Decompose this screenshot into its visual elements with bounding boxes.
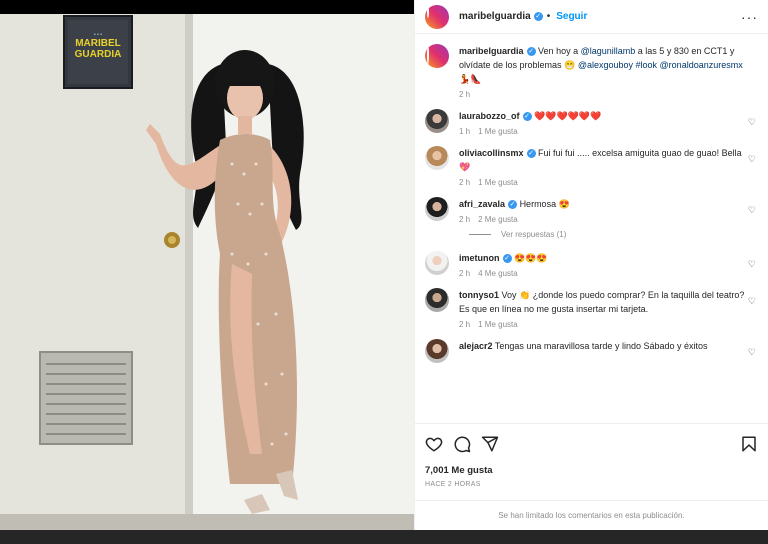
caption-text: maribelguardia ✓ Ven hoy a @lagunillamb a… — [459, 46, 743, 84]
like-comment-icon[interactable]: ♡ — [748, 259, 756, 270]
comment-item: tonnyso1 Voy 👏 ¿donde los puedo comprar?… — [425, 288, 758, 329]
commenter-avatar[interactable] — [425, 339, 449, 363]
caption-username[interactable]: maribelguardia — [459, 46, 524, 56]
post-photo[interactable]: • • • MARIBEL GUARDIA — [0, 0, 414, 530]
commenter-username[interactable]: imetunon — [459, 253, 500, 263]
verified-icon: ✓ — [502, 254, 512, 264]
share-send-icon[interactable] — [481, 435, 499, 453]
post-modal: • • • MARIBEL GUARDIA maribelguardia ✓ •… — [0, 0, 768, 530]
commenter-avatar[interactable] — [425, 251, 449, 275]
commenter-username[interactable]: tonnyso1 — [459, 290, 499, 300]
like-comment-icon[interactable]: ♡ — [748, 154, 756, 165]
verified-icon: ✓ — [526, 149, 536, 159]
mention-link[interactable]: @alexgouboy — [578, 60, 633, 70]
verified-icon: ✓ — [522, 112, 532, 122]
commenter-username[interactable]: oliviacollinsmx — [459, 148, 524, 158]
hashtag-link[interactable]: #look — [636, 60, 658, 70]
mention-link[interactable]: @ronaldoanzuresmx — [660, 60, 743, 70]
verified-icon: ✓ — [526, 47, 536, 57]
author-username[interactable]: maribelguardia — [459, 11, 531, 22]
comment-likes[interactable]: 1 Me gusta — [478, 320, 518, 329]
verified-icon: ✓ — [533, 12, 543, 21]
author-avatar[interactable] — [425, 4, 449, 29]
caption: maribelguardia ✓ Ven hoy a @lagunillamb a… — [425, 44, 758, 99]
commenter-username[interactable]: afri_zavala — [459, 199, 505, 209]
comment-time: 2 h — [459, 215, 471, 224]
like-comment-icon[interactable]: ♡ — [748, 205, 756, 216]
comment-likes[interactable]: 1 Me gusta — [478, 127, 518, 136]
post-actions — [415, 423, 768, 463]
comment-likes[interactable]: 1 Me gusta — [478, 178, 518, 187]
like-comment-icon[interactable]: ♡ — [748, 296, 756, 307]
post-timestamp: HACE 2 HORAS — [425, 481, 481, 488]
comment-text: Tengas una maravillosa tarde y lindo Sáb… — [494, 341, 708, 351]
commenter-avatar[interactable] — [425, 146, 449, 170]
like-comment-icon[interactable]: ♡ — [748, 347, 756, 358]
caption-avatar[interactable] — [425, 44, 449, 68]
comment-bubble-icon[interactable] — [453, 435, 471, 453]
comment-item: afri_zavala ✓ Hermosa 😍 2 h 2 Me gusta ♡ — [425, 197, 758, 224]
comment-text: Voy 👏 ¿donde los puedo comprar? En la ta… — [459, 290, 745, 314]
commenter-avatar[interactable] — [425, 197, 449, 221]
comment-time: 2 h — [459, 178, 471, 187]
photo-illustration: • • • — [0, 14, 414, 530]
comment-item: imetunon ✓ 😍😍😍 2 h 4 Me gusta ♡ — [425, 251, 758, 278]
commenter-username[interactable]: alejacr2 — [459, 341, 493, 351]
photo-background: • • • MARIBEL GUARDIA — [0, 14, 414, 530]
comment-text: ❤️❤️❤️❤️❤️❤️ — [534, 111, 602, 121]
comment-time: 1 h — [459, 127, 471, 136]
commenter-avatar[interactable] — [425, 288, 449, 312]
commenter-avatar[interactable] — [425, 109, 449, 133]
comment-likes[interactable]: 4 Me gusta — [478, 269, 518, 278]
post-header: maribelguardia ✓ • Seguir ··· — [415, 0, 768, 34]
verified-icon: ✓ — [508, 200, 518, 210]
comment-text: Hermosa 😍 — [519, 199, 570, 209]
like-comment-icon[interactable]: ♡ — [748, 117, 756, 128]
more-options-icon[interactable]: ··· — [741, 9, 758, 25]
likes-count[interactable]: 7,001 Me gusta — [415, 463, 768, 479]
mention-link[interactable]: @lagunillamb — [581, 46, 636, 56]
comment-item: laurabozzo_of ✓ ❤️❤️❤️❤️❤️❤️ 1 h 1 Me gust… — [425, 109, 758, 136]
comment-time: 2 h — [459, 269, 471, 278]
comments-limited-notice: Se han limitado los comentarios en esta … — [415, 500, 768, 530]
comment-item: alejacr2 Tengas una maravillosa tarde y … — [425, 339, 758, 363]
follow-button[interactable]: Seguir — [556, 11, 587, 22]
comment-time: 2 h — [459, 320, 471, 329]
comment-item: oliviacollinsmx ✓ Fui fui fui ..... excel… — [425, 146, 758, 187]
caption-meta: 2 h — [459, 90, 471, 99]
save-bookmark-icon[interactable] — [740, 435, 758, 453]
sign-line-2: GUARDIA — [74, 49, 122, 60]
like-heart-icon[interactable] — [425, 435, 443, 453]
comment-text: 😍😍😍 — [514, 253, 548, 263]
view-replies-button[interactable]: Ver respuestas (1) — [469, 230, 758, 239]
comment-likes[interactable]: 2 Me gusta — [478, 215, 518, 224]
dot-separator: • — [546, 11, 551, 22]
comments-list[interactable]: maribelguardia ✓ Ven hoy a @lagunillamb a… — [415, 34, 768, 423]
post-side-panel: maribelguardia ✓ • Seguir ··· maribelgua… — [414, 0, 768, 530]
commenter-username[interactable]: laurabozzo_of — [459, 111, 520, 121]
sign-line-1: MARIBEL — [75, 38, 121, 49]
